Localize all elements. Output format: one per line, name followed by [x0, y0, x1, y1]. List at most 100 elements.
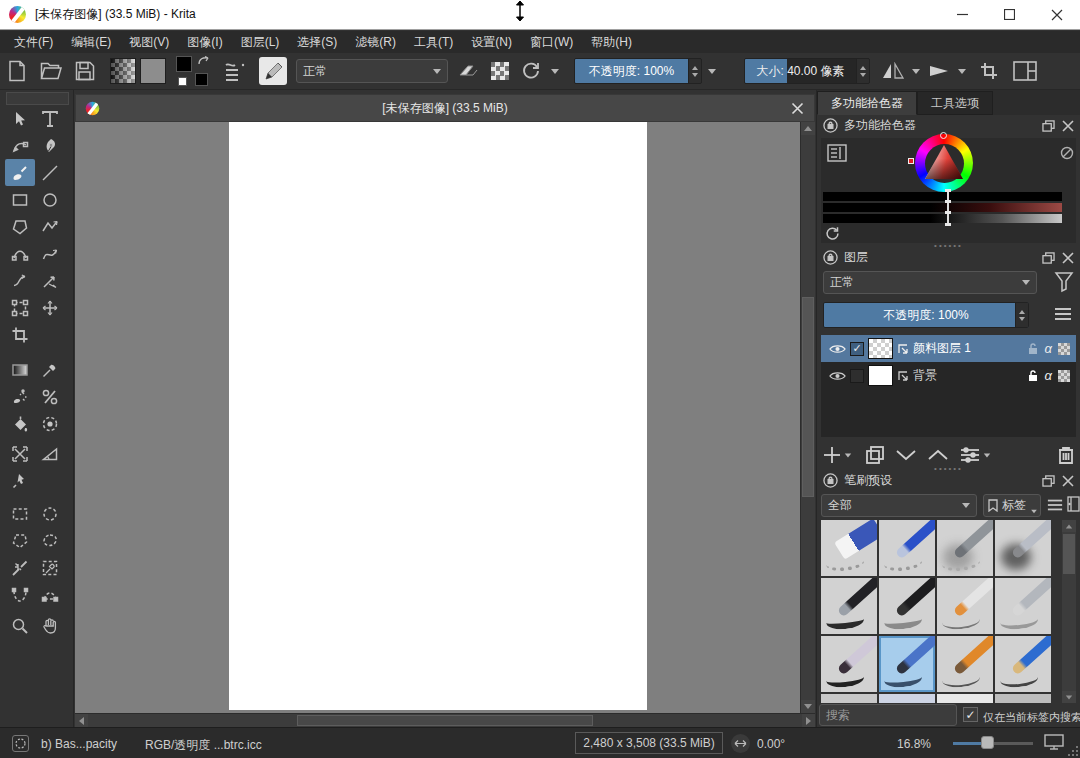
float-docker-icon[interactable] [1042, 120, 1055, 132]
tool-ellipse[interactable] [35, 186, 65, 213]
menu-4[interactable]: 图层(L) [232, 34, 289, 51]
no-color-icon[interactable] [1060, 146, 1074, 160]
search-in-tag-checkbox[interactable]: ✓ [963, 707, 978, 722]
horizontal-scroll-thumb[interactable] [297, 715, 593, 726]
zoom-slider-knob[interactable] [981, 736, 994, 749]
tool-color-sampler[interactable] [35, 356, 65, 383]
brush-search-input[interactable]: 搜索 [819, 704, 957, 726]
brush-preset-partial-1[interactable] [821, 694, 877, 703]
toolbox-drag-handle[interactable] [6, 92, 69, 105]
float-docker-icon[interactable] [1042, 475, 1055, 487]
color-bar-2[interactable] [823, 203, 1062, 212]
layer-row-background[interactable]: 背景 α [821, 362, 1076, 389]
layer-lock-icon[interactable] [1027, 342, 1039, 355]
layer-row-paint[interactable]: ✓ 颜料图层 1 α [821, 335, 1076, 362]
move-layer-down-button[interactable] [896, 449, 916, 461]
layer-opacity-slider[interactable]: 不透明度: 100% [823, 302, 1029, 328]
tool-zoom[interactable] [5, 612, 35, 639]
lock-docker-icon[interactable] [823, 118, 838, 133]
tool-pan[interactable] [35, 612, 65, 639]
layer-filter-icon[interactable] [1054, 271, 1074, 293]
new-document-button[interactable] [0, 57, 34, 85]
zoom-fit-icon[interactable] [1044, 734, 1064, 750]
horizontal-scrollbar[interactable] [75, 713, 815, 727]
layer-thumbnail[interactable] [868, 338, 893, 359]
brush-grid-scrollbar[interactable] [1062, 520, 1076, 703]
layer-checkbox[interactable]: ✓ [850, 342, 864, 356]
visibility-icon[interactable] [829, 370, 846, 382]
brush-preset-fineliner[interactable] [937, 578, 993, 634]
brush-preset-marker-blue[interactable] [879, 520, 935, 576]
add-layer-dropdown[interactable] [845, 453, 851, 457]
tool-assistants[interactable] [5, 440, 35, 467]
brush-scroll-thumb[interactable] [1063, 534, 1075, 574]
brush-preset-ink-pen-rough[interactable] [821, 578, 877, 634]
layer-options-icon[interactable] [1054, 307, 1072, 321]
delete-layer-button[interactable] [1058, 446, 1074, 464]
save-button[interactable] [68, 57, 102, 85]
reload-dropdown[interactable] [546, 57, 564, 85]
scroll-right-button[interactable] [802, 714, 815, 727]
foreground-color[interactable] [176, 56, 192, 72]
tool-text[interactable] [35, 105, 65, 132]
trim-button[interactable] [974, 57, 1004, 85]
vertical-scrollbar[interactable] [800, 122, 815, 713]
tool-color-select[interactable] [35, 554, 65, 581]
selector-reset-icon[interactable] [825, 226, 840, 241]
brush-preset-eraser-soft[interactable] [937, 520, 993, 576]
close-docker-icon[interactable] [1062, 475, 1074, 487]
canvas-area[interactable] [75, 122, 800, 713]
mirror-vertical-dropdown[interactable] [954, 57, 970, 85]
color-bar-1[interactable] [823, 192, 1062, 201]
brush-presets-popup-button[interactable] [218, 57, 254, 85]
close-docker-icon[interactable] [1062, 252, 1074, 264]
canvas-page[interactable] [229, 122, 647, 710]
brush-filter-dropdown[interactable]: 全部 [821, 494, 977, 517]
status-rotation[interactable]: 0.00° [757, 737, 785, 751]
layer-properties-button[interactable] [960, 447, 980, 463]
tool-rect-select[interactable] [5, 500, 35, 527]
background-color[interactable] [195, 73, 208, 86]
menu-7[interactable]: 工具(T) [405, 34, 462, 51]
eraser-mode-button[interactable] [452, 57, 484, 85]
size-spinbox[interactable]: 大小: 40.00 像素 [744, 58, 870, 84]
brush-preset-paintbrush-dark[interactable] [821, 636, 877, 692]
workspace-chooser-button[interactable] [1008, 57, 1042, 85]
tool-crop[interactable] [5, 321, 35, 348]
lock-docker-icon[interactable] [823, 473, 838, 488]
vertical-scroll-thumb[interactable] [802, 297, 814, 497]
brush-storage-icon[interactable] [1067, 495, 1080, 512]
layer-opacity-spinner[interactable] [1015, 303, 1028, 327]
gradient-swatch[interactable] [110, 58, 136, 84]
mirror-vertical-button[interactable] [924, 57, 954, 85]
color-selector-body[interactable] [821, 138, 1076, 243]
layer-alpha-icon[interactable]: α [1045, 341, 1052, 356]
tool-freehand-select[interactable] [35, 527, 65, 554]
tool-reference-images[interactable] [5, 467, 35, 494]
tool-gradient[interactable] [5, 356, 35, 383]
inherit-alpha-icon[interactable] [1058, 343, 1070, 355]
tool-calligraphy[interactable] [35, 132, 65, 159]
brush-preset-partial-2[interactable] [879, 694, 935, 703]
selector-settings-icon[interactable] [827, 144, 847, 162]
rotation-icon[interactable] [731, 734, 750, 753]
tool-polyline[interactable] [35, 213, 65, 240]
menu-1[interactable]: 编辑(E) [62, 34, 120, 51]
layer-lock-icon[interactable] [1027, 369, 1039, 382]
tool-smart-patch[interactable] [35, 383, 65, 410]
tool-move[interactable] [35, 294, 65, 321]
move-layer-up-button[interactable] [928, 449, 948, 461]
brush-preset-pencil-blue[interactable] [995, 636, 1051, 692]
fg-bg-colors[interactable] [176, 56, 212, 86]
tool-magnetic-select[interactable] [5, 581, 35, 608]
layer-blend-mode-dropdown[interactable]: 正常 [823, 271, 1037, 294]
tool-select-shapes[interactable] [5, 105, 35, 132]
brush-preset-partial-3[interactable] [937, 694, 993, 703]
menu-6[interactable]: 滤镜(R) [346, 34, 405, 51]
blend-mode-dropdown[interactable]: 正常 [296, 59, 448, 83]
color-bar-3[interactable] [823, 214, 1062, 223]
tool-line[interactable] [35, 159, 65, 186]
brush-preset-paintbrush-wet-blue[interactable] [879, 636, 935, 692]
tool-bezier-select[interactable] [35, 581, 65, 608]
minimize-button[interactable] [939, 0, 986, 29]
